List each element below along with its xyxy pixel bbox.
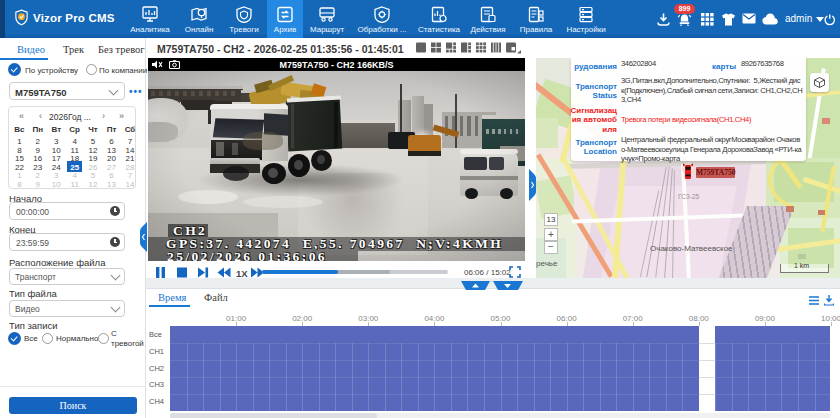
svg-text:1X: 1X [236, 268, 248, 279]
